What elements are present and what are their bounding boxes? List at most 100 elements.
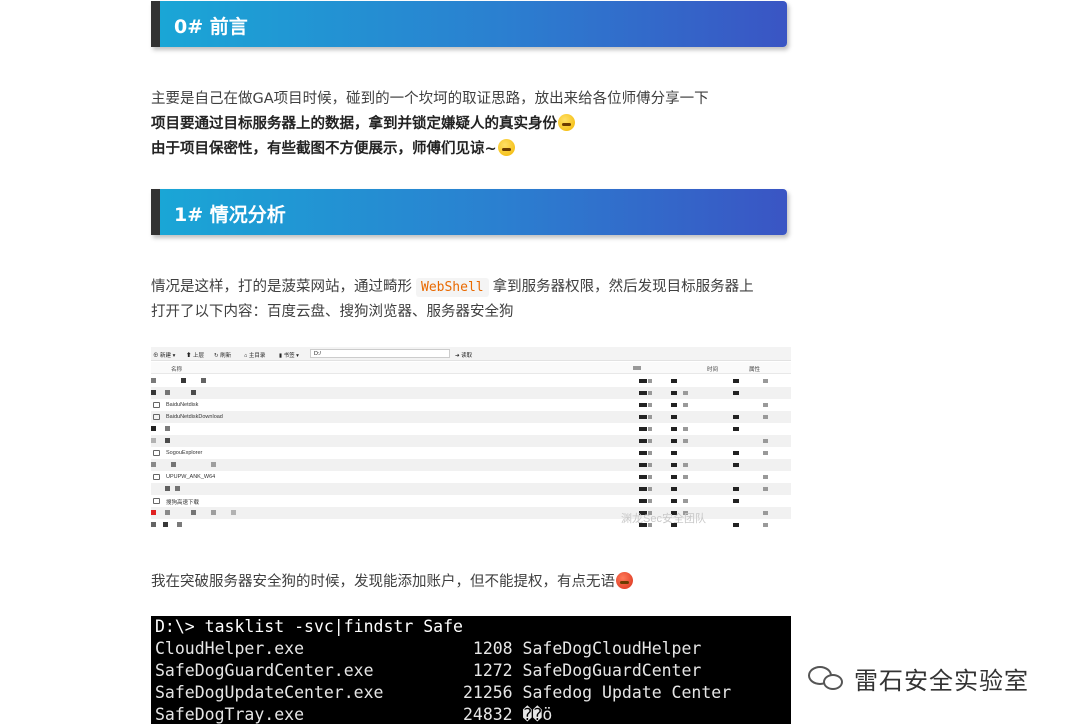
path-input[interactable]: D:/ [310,349,450,358]
watermark: 渊龙Sec安全团队 [621,513,706,525]
redacted-block [165,390,170,395]
analysis-paragraph-3: 我在突破服务器安全狗的时候，发现能添加账户，但不能提权，有点无语 [151,570,633,594]
flushed-face-icon [558,114,575,131]
file-list-header: 名称 时间 属性 [151,362,791,374]
redacted-block [683,463,688,467]
redacted-block [648,403,652,407]
analysis-paragraph: 情况是这样，打的是菠菜网站，通过畸形 WebShell 拿到服务器权限，然后发现目标… [151,275,754,300]
file-row[interactable]: BaiduNetdisk [151,399,791,411]
redacted-block [648,475,652,479]
file-name: UPUPW_ANK_W64 [166,474,216,480]
redacted-block [648,487,652,491]
file-row[interactable]: SogouExplorer [151,447,791,459]
bookmark-label: 书签 [283,353,295,359]
redacted-block [683,427,688,431]
redacted-block [763,475,768,479]
redacted-block [201,378,206,383]
folder-icon [153,402,160,408]
folder-icon [153,498,160,504]
rolling-laughing-face-icon [497,139,515,156]
redacted-block [671,403,677,407]
redacted-block [683,391,688,395]
refresh-label: 刷新 [220,353,232,359]
redacted-block [733,415,739,419]
redacted-block [639,403,647,407]
section-heading-bar: 1# 情况分析 [151,189,787,235]
redacted-block [671,379,677,383]
redacted-block [648,379,652,383]
file-row[interactable] [151,375,791,387]
wechat-icon [808,664,848,692]
up-button[interactable]: ⬆ 上层 [186,351,204,359]
redacted-block [671,439,677,443]
terminal-command: D:\> tasklist -svc|findstr Safe [155,617,463,636]
home-button[interactable]: ⌂ 主目录 [244,351,265,359]
file-row[interactable]: BaiduNetdiskDownload [151,411,791,423]
file-name: 搜狗高速下载 [166,500,200,506]
redacted-block [151,462,156,467]
redacted-block [151,510,156,515]
analysis-text-3: 我在突破服务器安全狗的时候，发现能添加账户，但不能提权，有点无语 [151,574,615,590]
redacted-block [671,499,677,503]
redacted-block [648,415,652,419]
file-row[interactable] [151,435,791,447]
bookmark-button[interactable]: ▮ 书签 ▾ [279,351,299,359]
file-row[interactable] [151,483,791,495]
redacted-block [763,487,768,491]
redacted-block [683,403,688,407]
redacted-block [733,487,739,491]
intro-bold-text: 项目要通过目标服务器上的数据，拿到并锁定嫌疑人的真实身份 [151,116,557,132]
column-perm: 属性 [749,367,761,373]
redacted-block [151,438,156,443]
redacted-block [639,439,647,443]
redacted-block [211,462,216,467]
intro-paragraph: 主要是自己在做GA项目时候，碰到的一个坎坷的取证思路，放出来给各位师傅分享一下 [151,91,709,107]
folder-icon [153,414,160,420]
redacted-block [733,523,739,527]
redacted-block [165,438,170,443]
terminal-screenshot: D:\> tasklist -svc|findstr Safe CloudHel… [151,616,791,724]
redacted-block [639,499,647,503]
file-row[interactable] [151,387,791,399]
redacted-block [683,499,688,503]
redacted-block [151,522,156,527]
intro-bold-line-2: 由于项目保密性，有些截图不方便展示，师傅们见谅~ [151,137,515,161]
redacted-block [648,427,652,431]
refresh-button[interactable]: ↻ 刷新 [214,351,231,359]
intro-bold-text-2: 由于项目保密性，有些截图不方便展示，师傅们见谅~ [151,141,497,157]
redacted-block [648,391,652,395]
redacted-block [763,379,768,383]
redacted-block [191,390,196,395]
read-button[interactable]: ➜ 读取 [455,351,472,359]
redacted-block [171,462,176,467]
file-browser-screenshot: ⊕ 新建 ▾ ⬆ 上层 ↻ 刷新 ⌂ 主目录 ▮ 书签 ▾ D:/ ➜ 读取 名… [151,347,791,530]
file-row[interactable]: 搜狗高速下载 [151,495,791,507]
file-name: BaiduNetdiskDownload [166,414,223,420]
redacted-block [733,427,739,431]
home-label: 主目录 [248,353,266,359]
redacted-block [648,439,652,443]
redacted-block [639,379,647,383]
redacted-block [175,486,180,491]
intro-bold-line: 项目要通过目标服务器上的数据，拿到并锁定嫌疑人的真实身份 [151,112,575,136]
new-label: 新建 [160,353,172,359]
file-browser-toolbar: ⊕ 新建 ▾ ⬆ 上层 ↻ 刷新 ⌂ 主目录 ▮ 书签 ▾ D:/ ➜ 读取 [151,347,791,361]
analysis-paragraph-2: 打开了以下内容：百度云盘、搜狗浏览器、服务器安全狗 [151,304,514,320]
redacted-block [151,390,156,395]
redacted-block [648,463,652,467]
redacted-block [763,451,768,455]
new-button[interactable]: ⊕ 新建 ▾ [153,351,175,359]
file-row[interactable]: UPUPW_ANK_W64 [151,471,791,483]
file-row[interactable] [151,423,791,435]
redacted-block [763,439,768,443]
folder-icon [153,450,160,456]
column-date: 时间 [707,367,719,373]
redacted-block [683,475,688,479]
redacted-block [231,510,236,515]
file-name: SogouExplorer [166,450,203,456]
brand-name: 雷石安全实验室 [854,666,1029,695]
inline-code: WebShell [416,278,489,297]
file-row[interactable] [151,459,791,471]
brand-watermark: 雷石安全实验室 [808,658,1029,698]
terminal-line: SafeDogUpdateCenter.exe 21256 Safedog Up… [155,683,732,702]
